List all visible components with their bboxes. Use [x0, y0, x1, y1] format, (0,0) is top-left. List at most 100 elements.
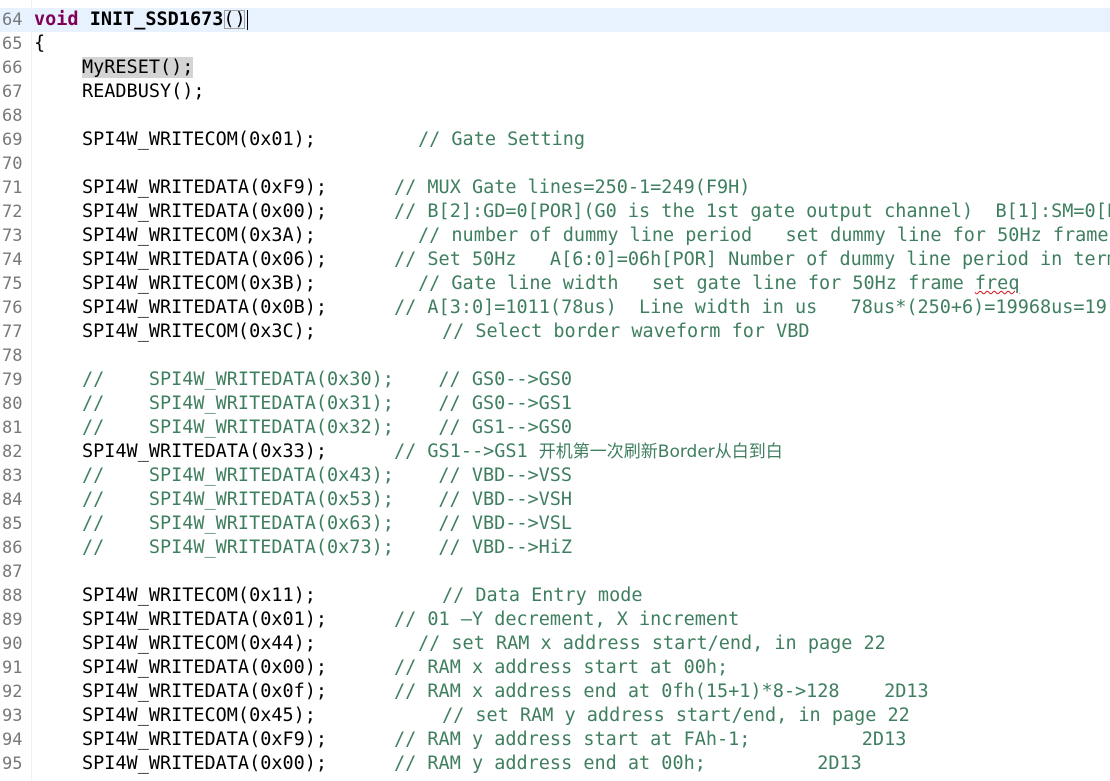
- code-text[interactable]: SPI4W_WRITECOM(0x11);: [82, 584, 316, 608]
- line-number: 67: [2, 82, 23, 102]
- code-comment[interactable]: // SPI4W_WRITEDATA(0x43); // VBD-->VSS: [82, 464, 572, 488]
- line-number: 80: [2, 394, 23, 414]
- code-comment[interactable]: // A[3:0]=1011(78us) Line width in us 78…: [394, 296, 1110, 320]
- code-line-63[interactable]: 63: [0, 0, 1110, 7]
- code-comment[interactable]: // RAM x address start at 00h;: [394, 656, 728, 680]
- code-comment[interactable]: // RAM y address start at FAh-1; 2D13: [394, 728, 906, 752]
- code-line-90[interactable]: 90 SPI4W_WRITECOM(0x44); // set RAM x ad…: [0, 632, 1110, 656]
- matching-parens: (): [223, 9, 246, 30]
- line-number: 88: [2, 586, 23, 606]
- highlighted-code: MyRESET();: [82, 57, 194, 78]
- code-text[interactable]: SPI4W_WRITEDATA(0xF9);: [82, 176, 327, 200]
- code-line-64[interactable]: 64 void INIT_SSD1673(): [0, 8, 1110, 32]
- code-editor[interactable]: 63 64 void INIT_SSD1673() 65 { 66 MyRESE…: [0, 0, 1110, 781]
- code-line-79[interactable]: 79 // SPI4W_WRITEDATA(0x30); // GS0-->GS…: [0, 368, 1110, 392]
- code-text[interactable]: SPI4W_WRITEDATA(0x0f);: [82, 680, 327, 704]
- code-text[interactable]: SPI4W_WRITEDATA(0x00);: [82, 656, 327, 680]
- code-line-88[interactable]: 88 SPI4W_WRITECOM(0x11); // Data Entry m…: [0, 584, 1110, 608]
- comment-cjk-text: 开机第一次刷新Border从白到白: [538, 442, 783, 462]
- code-line-87[interactable]: 87: [0, 560, 1110, 584]
- code-text[interactable]: MyRESET();: [82, 56, 194, 80]
- code-line-66[interactable]: 66 MyRESET();: [0, 56, 1110, 80]
- code-text[interactable]: SPI4W_WRITECOM(0x3B);: [82, 272, 316, 296]
- code-comment[interactable]: // Data Entry mode: [442, 584, 642, 608]
- code-text[interactable]: SPI4W_WRITECOM(0x44);: [82, 632, 316, 656]
- code-line-71[interactable]: 71 SPI4W_WRITEDATA(0xF9); // MUX Gate li…: [0, 176, 1110, 200]
- code-comment[interactable]: // SPI4W_WRITEDATA(0x30); // GS0-->GS0: [82, 368, 572, 392]
- code-line-69[interactable]: 69 SPI4W_WRITECOM(0x01); // Gate Setting: [0, 128, 1110, 152]
- code-text[interactable]: READBUSY();: [82, 80, 205, 104]
- code-line-74[interactable]: 74 SPI4W_WRITEDATA(0x06); // Set 50Hz A[…: [0, 248, 1110, 272]
- code-line-83[interactable]: 83 // SPI4W_WRITEDATA(0x43); // VBD-->VS…: [0, 464, 1110, 488]
- code-line-91[interactable]: 91 SPI4W_WRITEDATA(0x00); // RAM x addre…: [0, 656, 1110, 680]
- code-line-72[interactable]: 72 SPI4W_WRITEDATA(0x00); // B[2]:GD=0[P…: [0, 200, 1110, 224]
- code-text[interactable]: SPI4W_WRITEDATA(0x01);: [82, 608, 327, 632]
- code-line-73[interactable]: 73 SPI4W_WRITECOM(0x3A); // number of du…: [0, 224, 1110, 248]
- code-line-70[interactable]: 70: [0, 152, 1110, 176]
- text-caret: [246, 10, 248, 30]
- code-line-86[interactable]: 86 // SPI4W_WRITEDATA(0x73); // VBD-->Hi…: [0, 536, 1110, 560]
- code-comment[interactable]: // GS1-->GS1 开机第一次刷新Border从白到白: [394, 440, 783, 464]
- line-number: 70: [2, 154, 23, 174]
- code-comment[interactable]: // Gate line width set gate line for 50H…: [418, 272, 1019, 296]
- code-line-75[interactable]: 75 SPI4W_WRITECOM(0x3B); // Gate line wi…: [0, 272, 1110, 296]
- line-number: 73: [2, 226, 23, 246]
- code-comment[interactable]: // B[2]:GD=0[POR](G0 is the 1st gate out…: [394, 200, 1110, 224]
- code-line-89[interactable]: 89 SPI4W_WRITEDATA(0x01); // 01 –Y decre…: [0, 608, 1110, 632]
- code-comment[interactable]: // 01 –Y decrement, X increment: [394, 608, 739, 632]
- code-comment[interactable]: // SPI4W_WRITEDATA(0x32); // GS1-->GS0: [82, 416, 572, 440]
- code-line-85[interactable]: 85 // SPI4W_WRITEDATA(0x63); // VBD-->VS…: [0, 512, 1110, 536]
- line-number: 85: [2, 514, 23, 534]
- line-number: 90: [2, 634, 23, 654]
- code-comment[interactable]: // number of dummy line period set dummy…: [418, 224, 1110, 248]
- comment-text: // Gate line width set gate line for 50H…: [418, 273, 975, 294]
- code-comment[interactable]: // SPI4W_WRITEDATA(0x73); // VBD-->HiZ: [82, 536, 572, 560]
- code-text[interactable]: SPI4W_WRITECOM(0x3C);: [82, 320, 316, 344]
- code-comment[interactable]: // SPI4W_WRITEDATA(0x63); // VBD-->VSL: [82, 512, 572, 536]
- code-line-94[interactable]: 94 SPI4W_WRITEDATA(0xF9); // RAM y addre…: [0, 728, 1110, 752]
- code-line-84[interactable]: 84 // SPI4W_WRITEDATA(0x53); // VBD-->VS…: [0, 488, 1110, 512]
- code-text[interactable]: SPI4W_WRITECOM(0x3A);: [82, 224, 316, 248]
- code-comment[interactable]: // SPI4W_WRITEDATA(0x31); // GS0-->GS1: [82, 392, 572, 416]
- code-text[interactable]: SPI4W_WRITEDATA(0x00);: [82, 200, 327, 224]
- code-line-68[interactable]: 68: [0, 104, 1110, 128]
- line-number: 79: [2, 370, 23, 390]
- code-comment[interactable]: // Gate Setting: [418, 128, 585, 152]
- code-line-95[interactable]: 95 SPI4W_WRITEDATA(0x00); // RAM y addre…: [0, 752, 1110, 776]
- code-text[interactable]: {: [34, 32, 45, 56]
- comment-text: // GS1-->GS1: [394, 441, 539, 462]
- code-comment[interactable]: // Select border waveform for VBD: [442, 320, 810, 344]
- code-line-92[interactable]: 92 SPI4W_WRITEDATA(0x0f); // RAM x addre…: [0, 680, 1110, 704]
- code-text[interactable]: void INIT_SSD1673(): [34, 8, 248, 32]
- line-number: 75: [2, 274, 23, 294]
- line-number: 84: [2, 490, 23, 510]
- code-line-76[interactable]: 76 SPI4W_WRITEDATA(0x0B); // A[3:0]=1011…: [0, 296, 1110, 320]
- code-comment[interactable]: // MUX Gate lines=250-1=249(F9H): [394, 176, 750, 200]
- code-comment[interactable]: // RAM y address end at 00h; 2D13: [394, 752, 862, 776]
- code-comment[interactable]: // RAM x address end at 0fh(15+1)*8->128…: [394, 680, 929, 704]
- code-comment[interactable]: // SPI4W_WRITEDATA(0x53); // VBD-->VSH: [82, 488, 572, 512]
- code-line-93[interactable]: 93 SPI4W_WRITECOM(0x45); // set RAM y ad…: [0, 704, 1110, 728]
- code-line-65[interactable]: 65 {: [0, 32, 1110, 56]
- code-text[interactable]: SPI4W_WRITEDATA(0xF9);: [82, 728, 327, 752]
- line-number: 83: [2, 466, 23, 486]
- code-text[interactable]: SPI4W_WRITECOM(0x45);: [82, 704, 316, 728]
- code-text[interactable]: SPI4W_WRITEDATA(0x06);: [82, 248, 327, 272]
- code-text[interactable]: SPI4W_WRITEDATA(0x0B);: [82, 296, 327, 320]
- code-line-81[interactable]: 81 // SPI4W_WRITEDATA(0x32); // GS1-->GS…: [0, 416, 1110, 440]
- code-line-78[interactable]: 78: [0, 344, 1110, 368]
- line-number: 71: [2, 178, 23, 198]
- code-comment[interactable]: // Set 50Hz A[6:0]=06h[POR] Number of du…: [394, 248, 1110, 272]
- code-line-77[interactable]: 77 SPI4W_WRITECOM(0x3C); // Select borde…: [0, 320, 1110, 344]
- code-comment[interactable]: // set RAM x address start/end, in page …: [418, 632, 886, 656]
- code-text[interactable]: SPI4W_WRITEDATA(0x33);: [82, 440, 327, 464]
- code-line-82[interactable]: 82 SPI4W_WRITEDATA(0x33); // GS1-->GS1 开…: [0, 440, 1110, 464]
- code-line-80[interactable]: 80 // SPI4W_WRITEDATA(0x31); // GS0-->GS…: [0, 392, 1110, 416]
- line-number: 63: [2, 0, 31, 7]
- code-line-67[interactable]: 67 READBUSY();: [0, 80, 1110, 104]
- code-text[interactable]: SPI4W_WRITEDATA(0x00);: [82, 752, 327, 776]
- spelling-warning[interactable]: freq: [975, 273, 1020, 294]
- code-comment[interactable]: // set RAM y address start/end, in page …: [442, 704, 910, 728]
- line-number: 93: [2, 706, 23, 726]
- code-text[interactable]: SPI4W_WRITECOM(0x01);: [82, 128, 316, 152]
